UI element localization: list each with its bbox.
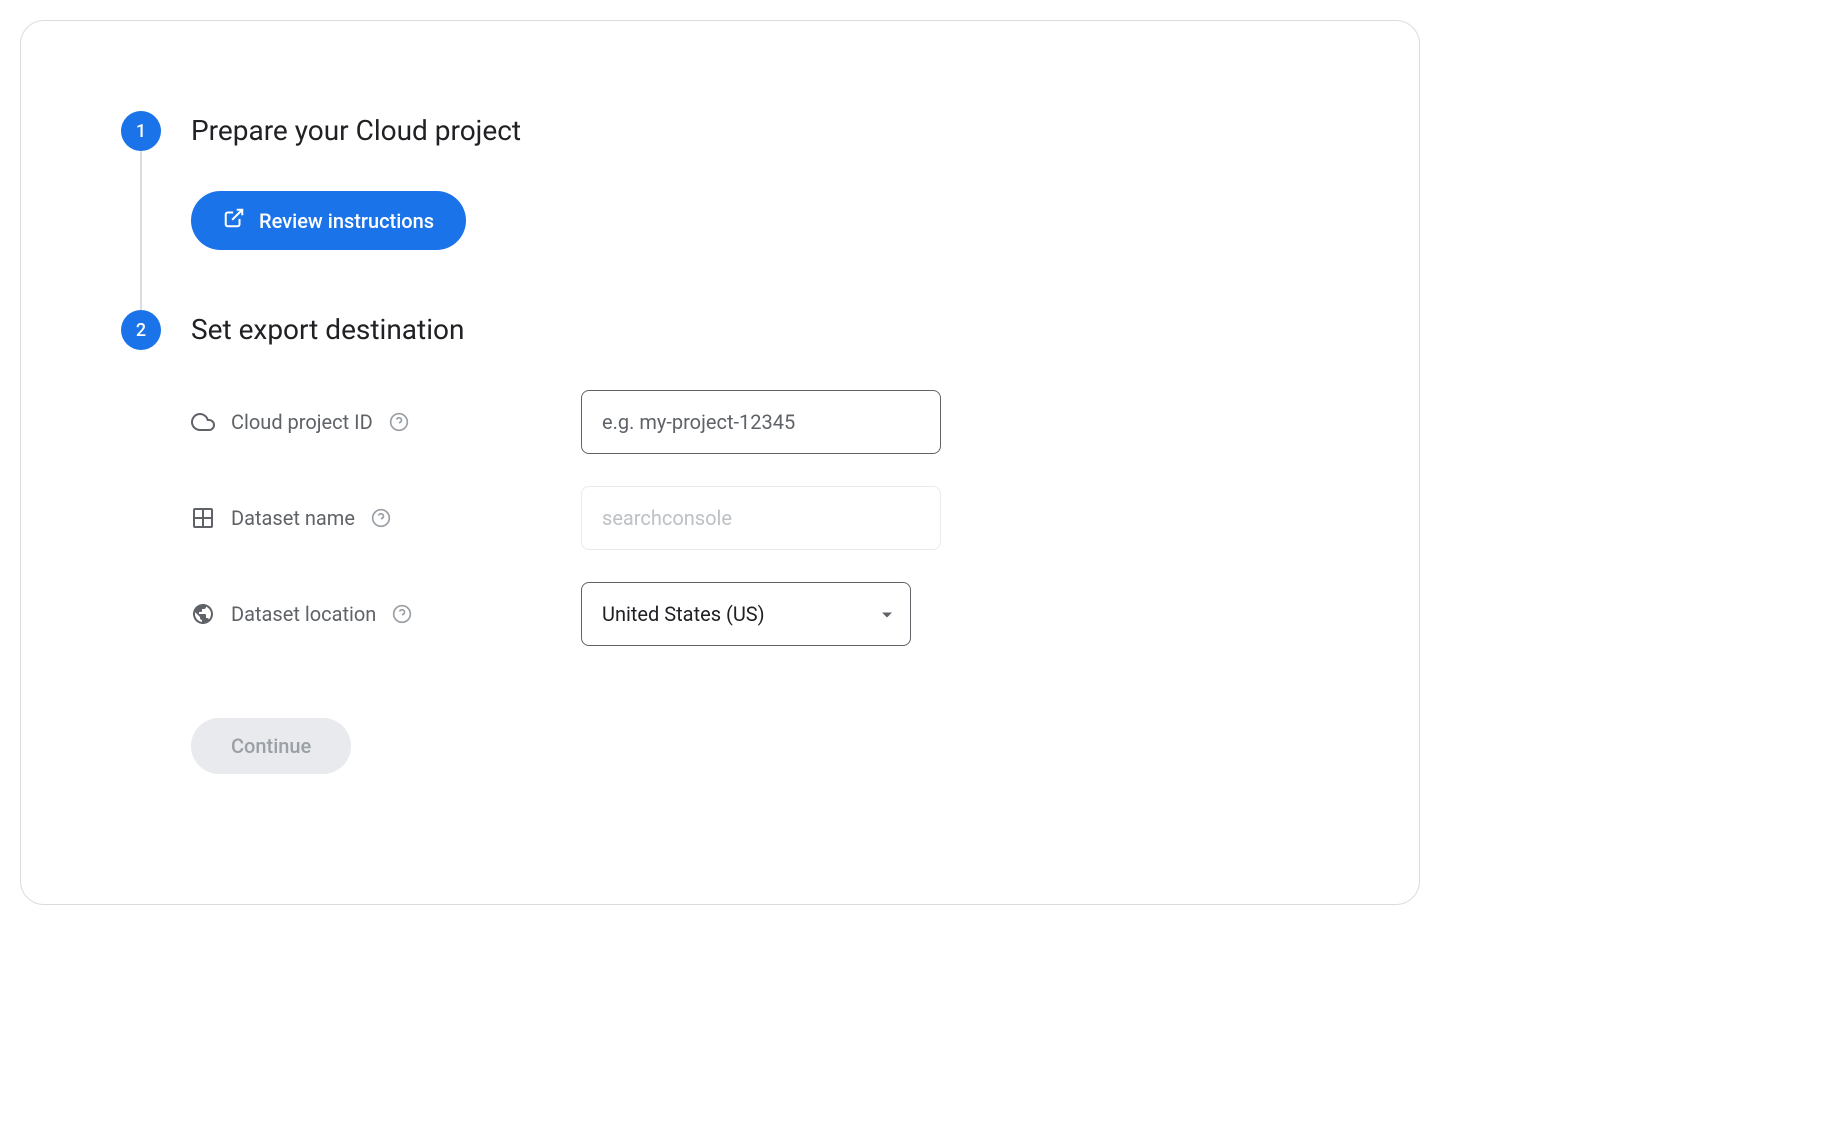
dataset-name-label: Dataset name <box>231 506 355 530</box>
step-2-body: Cloud project ID <box>191 390 1319 834</box>
dataset-location-label-group: Dataset location <box>191 602 581 626</box>
setup-card: 1 Prepare your Cloud project Review inst… <box>20 20 1420 905</box>
dataset-name-label-group: Dataset name <box>191 506 581 530</box>
review-instructions-button[interactable]: Review instructions <box>191 191 466 250</box>
open-in-new-icon <box>223 207 245 234</box>
stepper: 1 Prepare your Cloud project Review inst… <box>121 111 1319 834</box>
continue-button: Continue <box>191 718 351 774</box>
dataset-location-select-wrap: United States (US) <box>581 582 911 646</box>
step-1-badge: 1 <box>121 111 161 151</box>
row-project-id: Cloud project ID <box>191 390 1319 454</box>
step-2: 2 Set export destination Cloud project I… <box>121 310 1319 834</box>
project-id-label: Cloud project ID <box>231 410 373 434</box>
project-id-label-group: Cloud project ID <box>191 410 581 434</box>
cloud-icon <box>191 410 215 434</box>
help-icon[interactable] <box>371 508 391 528</box>
step-1: 1 Prepare your Cloud project Review inst… <box>121 111 1319 310</box>
review-instructions-label: Review instructions <box>259 209 434 233</box>
help-icon[interactable] <box>389 412 409 432</box>
grid-icon <box>191 506 215 530</box>
globe-icon <box>191 602 215 626</box>
row-dataset-name: Dataset name <box>191 486 1319 550</box>
dataset-location-value: United States (US) <box>602 602 765 626</box>
step-2-title: Set export destination <box>191 310 1319 350</box>
row-dataset-location: Dataset location United States (US) <box>191 582 1319 646</box>
help-icon[interactable] <box>392 604 412 624</box>
dataset-location-label: Dataset location <box>231 602 376 626</box>
project-id-input[interactable] <box>581 390 941 454</box>
dataset-name-input <box>581 486 941 550</box>
step-1-title: Prepare your Cloud project <box>191 111 1319 151</box>
step-2-badge: 2 <box>121 310 161 350</box>
dataset-location-select[interactable]: United States (US) <box>581 582 911 646</box>
step-1-body: Review instructions <box>191 191 1319 310</box>
